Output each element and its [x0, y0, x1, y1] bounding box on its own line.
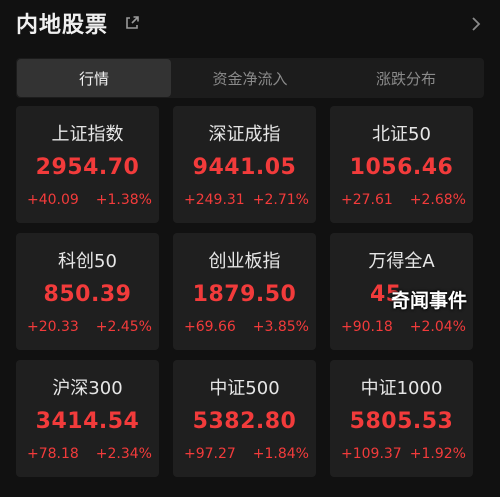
tab-market[interactable]: 行情	[17, 59, 171, 97]
tab-net-inflow[interactable]: 资金净流入	[173, 59, 327, 97]
index-change: +27.61	[341, 192, 393, 208]
header: 内地股票	[0, 0, 500, 50]
index-name: 中证500	[209, 378, 280, 399]
index-change-percent: +2.34%	[95, 446, 152, 462]
index-name: 北证50	[372, 124, 431, 145]
index-name: 科创50	[58, 251, 117, 272]
index-name: 沪深300	[52, 378, 123, 399]
index-change: +78.18	[27, 446, 79, 462]
index-change-percent: +1.92%	[409, 446, 466, 462]
index-card[interactable]: 北证50 1056.46 +27.61 +2.68%	[330, 106, 473, 223]
index-change-percent: +2.71%	[252, 192, 309, 208]
index-change: +97.27	[184, 446, 236, 462]
index-name: 深证成指	[208, 124, 281, 145]
index-card[interactable]: 中证1000 5805.53 +109.37 +1.92%	[330, 360, 473, 477]
index-card[interactable]: 科创50 850.39 +20.33 +2.45%	[16, 233, 159, 350]
index-name: 上证指数	[51, 124, 124, 145]
index-price: 1056.46	[349, 155, 454, 180]
index-change-percent: +1.38%	[95, 192, 152, 208]
index-card[interactable]: 创业板指 1879.50 +69.66 +3.85%	[173, 233, 316, 350]
tab-bar: 行情 资金净流入 涨跌分布	[16, 58, 484, 98]
index-change-percent: +2.04%	[409, 319, 466, 335]
index-change: +40.09	[27, 192, 79, 208]
page-title: 内地股票	[16, 13, 109, 38]
index-change-percent: +1.84%	[252, 446, 309, 462]
index-price: 3414.54	[35, 409, 140, 434]
index-change: +90.18	[341, 319, 393, 335]
index-change-percent: +3.85%	[252, 319, 309, 335]
index-card[interactable]: 沪深300 3414.54 +78.18 +2.34%	[16, 360, 159, 477]
index-change: +249.31	[184, 192, 245, 208]
index-change-percent: +2.68%	[409, 192, 466, 208]
index-card[interactable]: 中证500 5382.80 +97.27 +1.84%	[173, 360, 316, 477]
external-share-icon[interactable]	[124, 15, 140, 31]
index-change: +20.33	[27, 319, 79, 335]
index-price: 5805.53	[349, 409, 454, 434]
index-price: 1879.50	[192, 282, 297, 307]
index-name: 创业板指	[208, 251, 281, 272]
chevron-right-icon[interactable]	[470, 15, 482, 33]
index-price: 850.39	[43, 282, 132, 307]
tab-distribution[interactable]: 涨跌分布	[329, 59, 483, 97]
index-change: +109.37	[341, 446, 402, 462]
index-price: 2954.70	[35, 155, 140, 180]
index-price: 9441.05	[192, 155, 297, 180]
watermark-text: 奇闻事件	[391, 290, 468, 312]
index-name: 万得全A	[368, 251, 435, 272]
index-card[interactable]: 深证成指 9441.05 +249.31 +2.71%	[173, 106, 316, 223]
index-name: 中证1000	[360, 378, 443, 399]
index-change-percent: +2.45%	[95, 319, 152, 335]
index-change: +69.66	[184, 319, 236, 335]
index-card[interactable]: 上证指数 2954.70 +40.09 +1.38%	[16, 106, 159, 223]
index-price: 5382.80	[192, 409, 297, 434]
